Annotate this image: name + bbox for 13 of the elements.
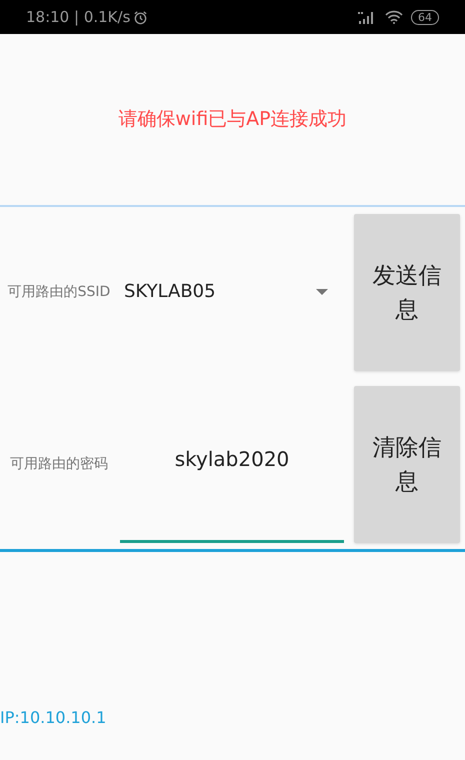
field-label: 可用路由的密码: [9, 455, 109, 474]
battery-indicator: 64: [411, 10, 439, 24]
field-label: 可用路由的SSID: [6, 283, 112, 302]
caret-icon: [316, 288, 328, 294]
wifi-icon: [385, 10, 403, 24]
action-button[interactable]: 清除信息: [354, 386, 460, 543]
notice-text: 请确保wifi已与AP连接成功: [118, 107, 347, 132]
password-field[interactable]: skylab2020: [120, 386, 344, 543]
ip-address: IP:10.10.10.1: [0, 708, 106, 727]
alarm-icon: [133, 10, 148, 24]
action-button[interactable]: 发送信息: [354, 214, 460, 371]
status-time: 18:10 | 0.1K/s: [26, 6, 130, 28]
ssid-dropdown[interactable]: SKYLAB05: [118, 214, 346, 371]
